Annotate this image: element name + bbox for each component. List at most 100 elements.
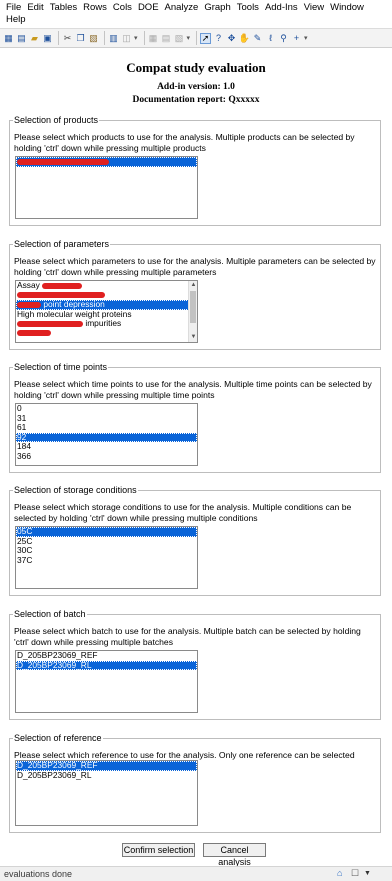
chevron-down-icon[interactable]: ▾ (187, 34, 191, 42)
list-item[interactable] (16, 291, 197, 301)
cut-icon[interactable]: ✂ (62, 33, 73, 44)
menu-bar: File Edit Tables Rows Cols DOE Analyze G… (0, 0, 392, 28)
status-text: evaluations done (4, 869, 73, 879)
list-item[interactable]: 0 (16, 404, 197, 414)
menu-tools[interactable]: Tools (235, 2, 263, 14)
plus-icon[interactable]: + (291, 33, 302, 44)
confirm-selection-button[interactable]: Confirm selection (122, 843, 195, 857)
graph-builder-icon[interactable]: ▦ (148, 33, 159, 44)
menu-cols[interactable]: Cols (111, 2, 136, 14)
list-item[interactable]: 61 (16, 423, 197, 433)
lock-icon[interactable]: ◫ (121, 33, 132, 44)
list-item[interactable]: 31 (16, 414, 197, 424)
list-item[interactable]: 366 (16, 452, 197, 462)
menu-file[interactable]: File (4, 2, 25, 14)
paste-icon[interactable]: ▧ (88, 33, 99, 44)
storage-listbox[interactable]: 05C 25C 30C 37C (15, 526, 198, 589)
tabulate-icon[interactable]: ▤ (161, 33, 172, 44)
journal-icon[interactable]: ▥ (108, 33, 119, 44)
chevron-down-icon[interactable]: ▼ (364, 870, 371, 877)
lasso-icon[interactable]: ℓ (265, 33, 276, 44)
list-item[interactable]: 05C (16, 527, 197, 537)
menu-view[interactable]: View (302, 2, 328, 14)
list-item[interactable]: High molecular weight proteins (16, 310, 197, 320)
list-item-label: point depression (41, 300, 105, 309)
menu-add-ins[interactable]: Add-Ins (263, 2, 302, 14)
list-item[interactable]: D_205BP23069_RL (16, 660, 197, 670)
list-item-label: impurities (83, 319, 122, 328)
list-item[interactable]: 92 (16, 432, 197, 442)
list-item[interactable]: D_205BP23069_REF (16, 761, 197, 771)
redaction-mark (42, 282, 83, 289)
status-bar: evaluations done ⌂ ☐ ▼ (0, 866, 392, 881)
list-item[interactable]: D_205BP23069_REF (16, 651, 197, 661)
list-item-label: Assay (17, 281, 43, 290)
timepoints-legend: Selection of time points (13, 362, 109, 373)
list-item[interactable]: 37C (16, 556, 197, 566)
menu-doe[interactable]: DOE (136, 2, 163, 14)
reference-group: Selection of reference Please select whi… (9, 733, 381, 833)
batch-listbox[interactable]: D_205BP23069_REF D_205BP23069_RL (15, 650, 198, 713)
parameters-scrollbar[interactable]: ▲ ▼ (188, 281, 197, 342)
storage-description: Please select which storage conditions t… (14, 502, 352, 523)
menu-help[interactable]: Help (4, 14, 30, 26)
toolbar-separator (58, 31, 59, 45)
new-data-table-icon[interactable]: ▦ (3, 33, 14, 44)
list-item[interactable]: 30C (16, 546, 197, 556)
menu-graph[interactable]: Graph (202, 2, 234, 14)
list-item-label: High molecular weight proteins (17, 309, 132, 319)
new-script-icon[interactable]: ▤ (16, 33, 27, 44)
redaction-mark (17, 320, 83, 327)
reference-listbox[interactable]: D_205BP23069_REF D_205BP23069_RL (15, 760, 198, 826)
chevron-down-icon[interactable]: ▾ (134, 34, 138, 42)
list-item[interactable]: 184 (16, 442, 197, 452)
menu-rows[interactable]: Rows (81, 2, 111, 14)
home-icon[interactable]: ⌂ (337, 868, 342, 878)
menu-tables[interactable]: Tables (48, 2, 81, 14)
list-item[interactable]: D_205BP23069_RL (16, 771, 197, 781)
magnifier-icon[interactable]: ⚲ (278, 33, 289, 44)
save-icon[interactable]: ▣ (42, 33, 53, 44)
batch-group: Selection of batch Please select which b… (9, 609, 381, 720)
documentation-report: Documentation report: Qxxxxx (132, 95, 260, 105)
scroll-thumb[interactable] (190, 291, 196, 323)
crosshair-icon[interactable]: ✥ (226, 33, 237, 44)
list-item[interactable] (16, 329, 197, 339)
list-item[interactable] (16, 157, 197, 167)
scroll-down-icon[interactable]: ▼ (189, 333, 197, 342)
parameters-group: Selection of parameters Please select wh… (9, 239, 381, 350)
redaction-mark (17, 301, 41, 308)
timepoints-listbox[interactable]: 0 31 61 92 184 366 (15, 403, 198, 466)
reference-legend: Selection of reference (13, 733, 103, 744)
batch-description: Please select which batch to use for the… (14, 626, 361, 647)
copy-icon[interactable]: ❐ (75, 33, 86, 44)
parameters-legend: Selection of parameters (13, 239, 111, 250)
list-item[interactable]: point depression (16, 300, 197, 310)
window-box-icon[interactable]: ☐ (351, 868, 359, 879)
menu-edit[interactable]: Edit (25, 2, 47, 14)
list-item[interactable]: impurities (16, 319, 197, 329)
scroll-up-icon[interactable]: ▲ (189, 281, 197, 290)
products-listbox[interactable] (15, 156, 198, 219)
hand-icon[interactable]: ✋ (239, 33, 250, 44)
redaction-mark (17, 159, 109, 166)
products-description: Please select which products to use for … (14, 132, 355, 153)
parameters-description: Please select which parameters to use fo… (14, 256, 376, 277)
toolbar-separator (104, 31, 105, 45)
arrow-select-icon[interactable]: ➚ (200, 32, 212, 44)
help-pointer-icon[interactable]: ? (213, 33, 224, 44)
cancel-analysis-button[interactable]: Cancel analysis (203, 843, 266, 867)
list-item[interactable]: Assay (16, 281, 197, 291)
chevron-down-icon[interactable]: ▾ (304, 34, 308, 42)
redaction-mark (17, 330, 51, 337)
storage-legend: Selection of storage conditions (13, 485, 138, 496)
parameters-listbox[interactable]: Assay point depression High molecular we… (15, 280, 198, 343)
addin-version: Add-in version: 1.0 (157, 82, 235, 92)
distribution-icon[interactable]: ▧ (174, 33, 185, 44)
open-folder-icon[interactable]: ▰ (29, 33, 40, 44)
list-item[interactable]: 25C (16, 537, 197, 547)
dialog-title: Compat study evaluation (126, 60, 266, 75)
menu-window[interactable]: Window (328, 2, 368, 14)
menu-analyze[interactable]: Analyze (163, 2, 203, 14)
brush-icon[interactable]: ✎ (252, 33, 263, 44)
